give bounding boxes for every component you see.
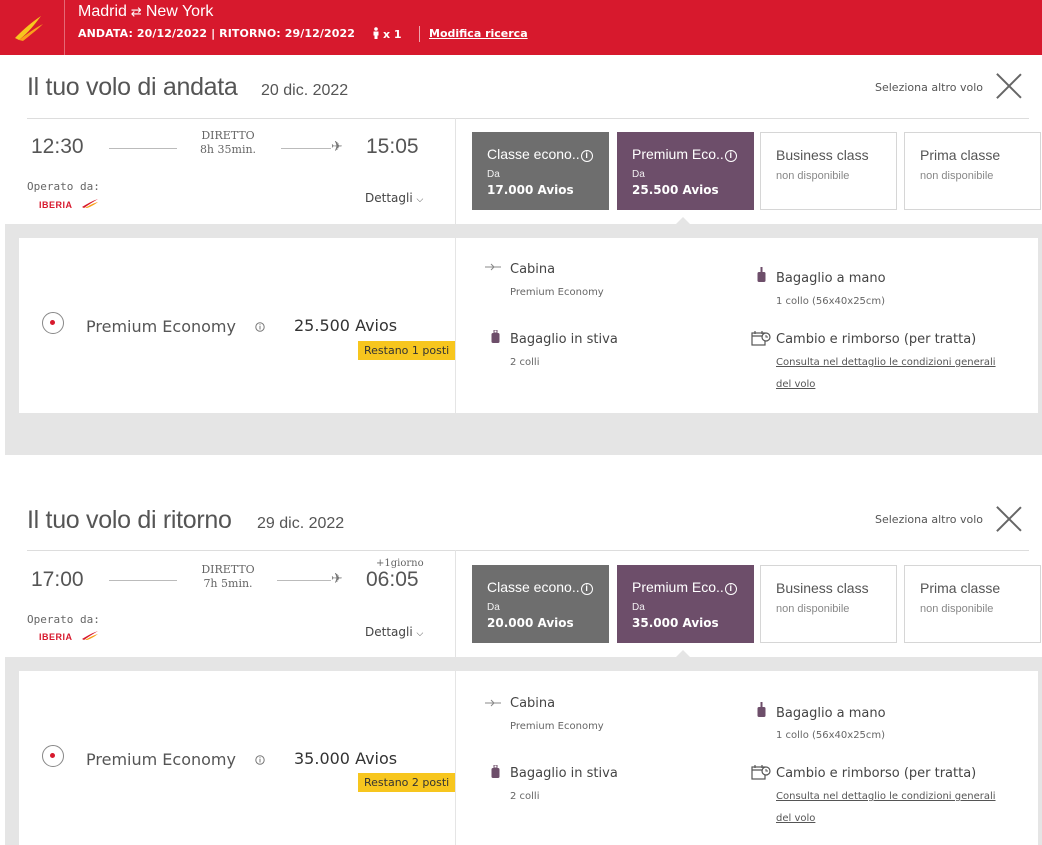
arrival-time: 15:05 (366, 135, 419, 158)
info-icon[interactable]: i (724, 150, 737, 162)
route-line-right (281, 148, 331, 149)
fare-price: 35.000 Avios (294, 749, 398, 768)
class-card-business: Business class non disponibile (760, 565, 897, 643)
route-line-right (277, 580, 331, 581)
selected-class-pointer (676, 650, 690, 657)
selected-class-pointer (676, 217, 690, 224)
iberia-mark-icon (82, 631, 98, 640)
hold-baggage-value: 2 colli (510, 791, 540, 802)
departure-time: 12:30 (31, 135, 84, 158)
return-title: Il tuo volo di ritorno (27, 506, 232, 534)
hand-luggage-icon (757, 267, 766, 282)
fare-price: 25.500 Avios (294, 316, 398, 335)
hold-baggage-title: Bagaglio in stiva (510, 766, 618, 781)
chevron-down-icon: ⌵ (416, 195, 424, 205)
close-icon[interactable] (996, 73, 1022, 99)
select-other-flight-link[interactable]: Seleziona altro volo (875, 81, 983, 94)
calendar-change-icon (751, 765, 771, 780)
plane-icon (485, 699, 501, 707)
arrival-time: 06:05 (366, 568, 419, 591)
plane-icon: ✈ (331, 570, 343, 586)
cabin-value: Premium Economy (510, 721, 604, 732)
fare-name: Premium Economy (86, 750, 236, 769)
cabin-title: Cabina (510, 262, 556, 277)
column-divider (455, 550, 456, 658)
section-divider (27, 550, 1029, 551)
fare-radio-selected[interactable] (42, 745, 64, 767)
airline-name: IBERIA (39, 632, 73, 642)
hand-baggage-value: 1 collo (56x40x25cm) (776, 730, 886, 741)
details-toggle[interactable]: Dettagli ⌵ (365, 625, 423, 639)
suitcase-icon (491, 330, 500, 343)
header-divider (64, 0, 65, 55)
conditions-link[interactable]: Consulta nel dettaglio le condizioni gen… (776, 786, 996, 830)
class-card-business: Business class non disponibile (760, 132, 897, 210)
operated-by-label: Operato da: (27, 180, 100, 193)
calendar-change-icon (751, 331, 771, 346)
header-separator (419, 26, 420, 42)
iberia-mark-icon (82, 199, 98, 208)
route-title: Madrid ⇄ New York (78, 3, 213, 21)
suitcase-icon (491, 765, 500, 778)
route-line-left (109, 580, 177, 581)
cabin-title: Cabina (510, 696, 556, 711)
outbound-title: Il tuo volo di andata (27, 73, 238, 101)
plane-icon: ✈ (331, 138, 343, 154)
hand-baggage-title: Bagaglio a mano (776, 271, 886, 286)
cabin-value: Premium Economy (510, 287, 604, 298)
chevron-down-icon: ⌵ (416, 629, 424, 639)
fare-name: Premium Economy (86, 317, 236, 336)
hold-baggage-value: 2 colli (510, 357, 540, 368)
flight-type: DIRETTO 8h 35min. (199, 129, 257, 156)
class-card-premium-economy[interactable]: Premium Eco.. i Da 25.500 Avios (617, 132, 754, 210)
seats-left-badge: Restano 1 posti (358, 341, 455, 360)
modify-search-link[interactable]: Modifica ricerca (429, 27, 528, 40)
outbound-date: 20 dic. 2022 (261, 82, 349, 99)
hand-luggage-icon (757, 702, 766, 717)
class-card-economy[interactable]: Classe econo.. i Da 20.000 Avios (472, 565, 609, 643)
info-icon[interactable]: i (580, 150, 593, 162)
operated-by-label: Operato da: (27, 613, 100, 626)
class-card-premium-economy[interactable]: Premium Eco.. i Da 35.000 Avios (617, 565, 754, 643)
person-icon (373, 27, 379, 39)
hold-baggage-title: Bagaglio in stiva (510, 332, 618, 347)
section-divider (27, 118, 1029, 119)
airline-name: IBERIA (39, 200, 73, 210)
class-card-first: Prima classe non disponibile (904, 132, 1041, 210)
swap-icon: ⇄ (130, 4, 142, 19)
top-bar: Madrid ⇄ New York ANDATA: 20/12/2022 | RIT… (0, 0, 1042, 55)
trip-dates: ANDATA: 20/12/2022 | RITORNO: 29/12/2022 (78, 27, 355, 40)
info-icon[interactable] (255, 322, 265, 332)
return-date: 29 dic. 2022 (257, 515, 345, 532)
iberia-logo-icon[interactable] (11, 10, 45, 44)
conditions-link[interactable]: Consulta nel dettaglio le condizioni gen… (776, 352, 996, 396)
seats-left-badge: Restano 2 posti (358, 773, 455, 792)
hand-baggage-title: Bagaglio a mano (776, 706, 886, 721)
class-card-economy[interactable]: Classe econo.. i Da 17.000 Avios (472, 132, 609, 210)
destination-city: New York (145, 3, 214, 20)
info-icon[interactable] (255, 755, 265, 765)
details-toggle[interactable]: Dettagli ⌵ (365, 191, 423, 205)
origin-city: Madrid (78, 3, 127, 20)
hand-baggage-value: 1 collo (56x40x25cm) (776, 296, 886, 307)
fare-panel-divider (455, 238, 456, 413)
change-refund-title: Cambio e rimborso (per tratta) (776, 332, 977, 347)
close-icon[interactable] (996, 506, 1022, 532)
fare-radio-selected[interactable] (42, 312, 64, 334)
column-divider (455, 118, 456, 226)
fare-panel-divider (455, 671, 456, 845)
return-section: Il tuo volo di ritorno 29 dic. 2022 Sele… (5, 488, 1042, 845)
departure-time: 17:00 (31, 568, 84, 591)
outbound-section: Il tuo volo di andata 20 dic. 2022 Selez… (5, 55, 1042, 455)
class-card-first: Prima classe non disponibile (904, 565, 1041, 643)
info-icon[interactable]: i (724, 583, 737, 595)
flight-type: DIRETTO 7h 5min. (201, 563, 255, 590)
select-other-flight-link[interactable]: Seleziona altro volo (875, 513, 983, 526)
info-icon[interactable]: i (580, 583, 593, 595)
plane-icon (485, 263, 501, 271)
passenger-count: x 1 (372, 27, 402, 41)
change-refund-title: Cambio e rimborso (per tratta) (776, 766, 977, 781)
route-line-left (109, 148, 177, 149)
